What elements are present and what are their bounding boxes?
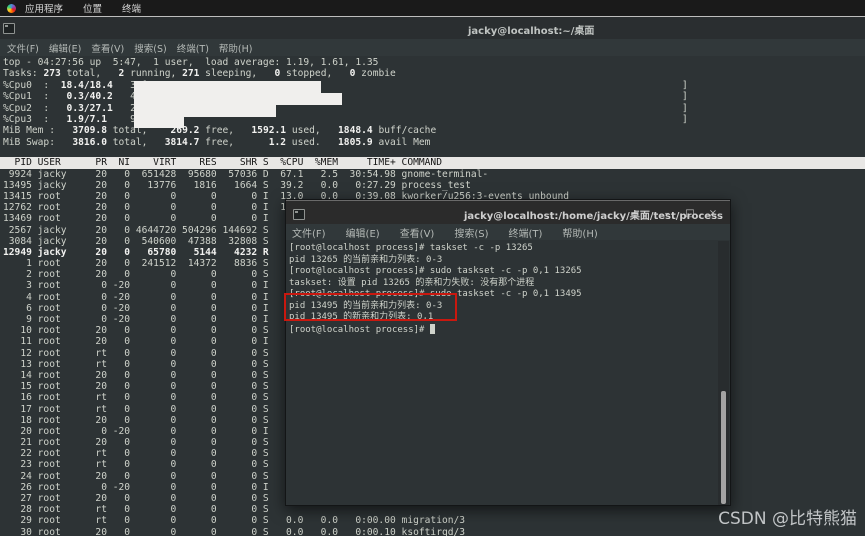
- process-row: 13495 jacky 20 0 13776 1816 1664 S 39.2 …: [3, 180, 569, 191]
- minimize-button[interactable]: –: [662, 208, 672, 219]
- popup-menu-item-4[interactable]: 搜索(S): [454, 225, 488, 240]
- desktop: 应用程序 位置 终端 jacky@localhost:~/桌面 文件(F) 编辑(E)…: [0, 0, 865, 536]
- main-terminal-titlebar[interactable]: jacky@localhost:~/桌面: [0, 16, 865, 39]
- desktop-top-bar: 应用程序 位置 终端: [0, 0, 865, 16]
- redaction-block: [134, 93, 342, 105]
- terminal-line: [root@localhost process]#: [289, 324, 582, 336]
- popup-menubar: 文件(F) 编辑(E) 查看(V) 搜索(S) 终端(T) 帮助(H): [286, 224, 730, 240]
- popup-menu-item-2[interactable]: 编辑(E): [346, 225, 380, 240]
- main-menu-item-1[interactable]: 文件(F): [7, 41, 39, 55]
- close-button[interactable]: ×: [708, 208, 718, 219]
- main-menu-item-6[interactable]: 帮助(H): [219, 41, 253, 55]
- desktop-menu-1[interactable]: 应用程序: [25, 1, 63, 15]
- terminal-line: pid 13265 的当前亲和力列表: 0-3: [289, 255, 582, 267]
- popup-menu-item-1[interactable]: 文件(F): [292, 225, 326, 240]
- terminal-icon: [293, 209, 305, 220]
- terminal-cursor: [430, 324, 436, 334]
- applications-menu-icon[interactable]: [7, 4, 16, 13]
- terminal-line: taskset: 设置 pid 13265 的亲和力失败: 没有那个进程: [289, 278, 582, 290]
- desktop-menu-2[interactable]: 位置: [83, 1, 102, 15]
- maximize-button[interactable]: □: [685, 208, 695, 219]
- popup-terminal-output: [root@localhost process]# taskset -c -p …: [289, 243, 582, 335]
- top-summary-line: top - 04:27:56 up 5:47, 1 user, load ave…: [3, 57, 436, 68]
- popup-menu-item-6[interactable]: 帮助(H): [562, 225, 597, 240]
- popup-menu-item-3[interactable]: 查看(V): [400, 225, 435, 240]
- main-menu-item-3[interactable]: 查看(V): [91, 41, 124, 55]
- desktop-menu-3[interactable]: 终端: [122, 1, 141, 15]
- redaction-block: [134, 117, 184, 129]
- main-terminal-menubar: 文件(F) 编辑(E) 查看(V) 搜索(S) 终端(T) 帮助(H): [0, 39, 865, 56]
- scrollbar-thumb[interactable]: [721, 391, 726, 504]
- terminal-icon: [3, 23, 15, 34]
- redaction-block: [134, 105, 276, 117]
- popup-terminal-window: jacky@localhost:/home/jacky/桌面/test/proc…: [285, 199, 731, 506]
- terminal-line: [root@localhost process]# sudo taskset -…: [289, 266, 582, 278]
- redaction-block: [134, 81, 321, 93]
- process-table-header: PID USER PR NI VIRT RES SHR S %CPU %MEM …: [0, 157, 865, 169]
- top-summary-line: MiB Swap: 3816.0 total, 3814.7 free, 1.2…: [3, 137, 436, 148]
- top-summary-line: MiB Mem : 3709.8 total, 269.2 free, 1592…: [3, 125, 436, 136]
- process-row: 29 root rt 0 0 0 0 S 0.0 0.0 0:00.00 mig…: [3, 515, 569, 526]
- main-menu-item-2[interactable]: 编辑(E): [49, 41, 81, 55]
- desktop-menus: 应用程序 位置 终端: [25, 1, 161, 15]
- main-window-title: jacky@localhost:~/桌面: [468, 22, 594, 37]
- window-controls: – □ ×: [662, 201, 718, 225]
- popup-titlebar[interactable]: jacky@localhost:/home/jacky/桌面/test/proc…: [286, 200, 730, 224]
- main-menu-item-4[interactable]: 搜索(S): [134, 41, 166, 55]
- popup-menu-item-5[interactable]: 终端(T): [509, 225, 543, 240]
- main-menu-item-5[interactable]: 终端(T): [177, 41, 209, 55]
- terminal-line: [root@localhost process]# taskset -c -p …: [289, 243, 582, 255]
- process-row: 9924 jacky 20 0 651428 95680 57036 D 67.…: [3, 169, 569, 180]
- process-row: 30 root 20 0 0 0 0 S 0.0 0.0 0:00.10 kso…: [3, 527, 569, 536]
- top-summary-line: Tasks: 273 total, 2 running, 271 sleepin…: [3, 68, 436, 79]
- csdn-watermark: CSDN @比特熊猫: [718, 504, 857, 529]
- red-highlight-box: [284, 293, 457, 321]
